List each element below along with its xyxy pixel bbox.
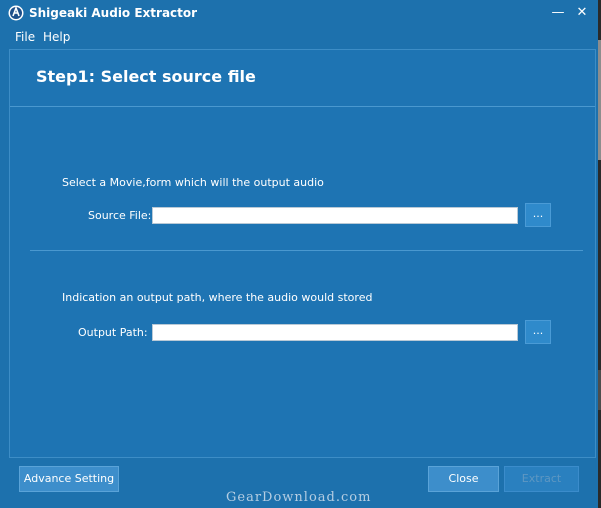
source-file-label: Source File: (88, 209, 152, 222)
close-window-button[interactable]: ✕ (574, 4, 590, 22)
source-browse-button[interactable]: ... (525, 203, 551, 227)
window-title: Shigeaki Audio Extractor (29, 6, 198, 20)
header-divider (10, 106, 595, 107)
wizard-panel: Step1: Select source file Select a Movie… (9, 49, 596, 458)
watermark: GearDownload.com (226, 490, 372, 505)
output-path-label: Output Path: (78, 326, 148, 339)
minimize-button[interactable]: — (550, 4, 566, 22)
output-path-input[interactable] (152, 324, 518, 341)
menu-file[interactable]: File (15, 30, 35, 44)
source-file-input[interactable] (152, 207, 518, 224)
menu-help[interactable]: Help (43, 30, 70, 44)
audio-app-icon (8, 5, 24, 21)
output-hint: Indication an output path, where the aud… (62, 291, 373, 304)
extract-button[interactable]: Extract (504, 466, 579, 492)
close-button[interactable]: Close (428, 466, 499, 492)
output-browse-button[interactable]: ... (525, 320, 551, 344)
source-hint: Select a Movie,form which will the outpu… (62, 176, 324, 189)
app-window: Shigeaki Audio Extractor — ✕ File Help S… (0, 0, 598, 508)
step-title: Step1: Select source file (36, 67, 256, 86)
title-bar[interactable]: Shigeaki Audio Extractor — ✕ (0, 0, 598, 27)
advance-setting-button[interactable]: Advance Setting (19, 466, 119, 492)
section-divider (30, 250, 583, 251)
